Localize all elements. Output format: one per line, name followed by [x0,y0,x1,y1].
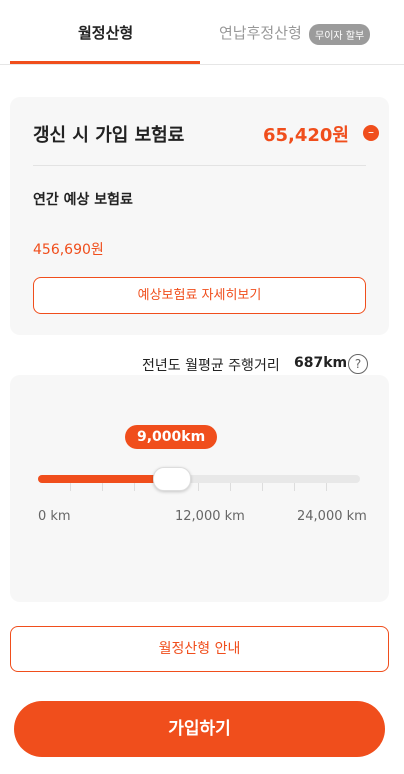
slider-tick [326,483,327,491]
premium-card: 갱신 시 가입 보험료 65,420원 – 연간 예상 보험료 456,690원… [10,97,389,335]
average-distance-label: 전년도 월평균 주행거리 [142,358,280,374]
divider [33,165,366,166]
slider-track[interactable] [38,475,360,491]
monthly-guide-button[interactable]: 월정산형 안내 [10,626,389,672]
slider-max-label: 24,000 km [297,509,367,524]
slider-min-label: 0 km [38,509,71,524]
slider-tick [198,483,199,491]
average-distance-value: 687km [294,355,348,371]
minus-icon[interactable]: – [363,125,379,141]
slider-value-bubble: 9,000km [125,425,218,449]
slider-fill [38,475,171,483]
installment-badge: 무이자 할부 [309,24,371,45]
slider-tick [230,483,231,491]
tab-bar: 월정산형 연납후정산형 무이자 할부 [0,0,404,65]
distance-slider-card: 9,000km 0 km 12,000 km 24,000 km [10,375,389,602]
slider-tick [134,483,135,491]
tab-annual[interactable]: 연납후정산형 [219,22,302,43]
premium-detail-button[interactable]: 예상보험료 자세히보기 [33,277,366,314]
join-button[interactable]: 가입하기 [14,701,385,757]
premium-amount: 65,420원 [262,125,349,146]
help-icon[interactable]: ? [348,354,368,374]
slider-tick [294,483,295,491]
annual-label: 연간 예상 보험료 [33,192,133,208]
tab-underline [10,61,200,64]
tab-monthly[interactable]: 월정산형 [78,22,133,43]
slider-thumb[interactable] [152,467,191,491]
slider-tick [102,483,103,491]
slider-tick [70,483,71,491]
slider-mid-label: 12,000 km [175,509,245,524]
annual-value: 456,690원 [33,242,104,258]
premium-title: 갱신 시 가입 보험료 [33,125,185,146]
slider-tick [262,483,263,491]
